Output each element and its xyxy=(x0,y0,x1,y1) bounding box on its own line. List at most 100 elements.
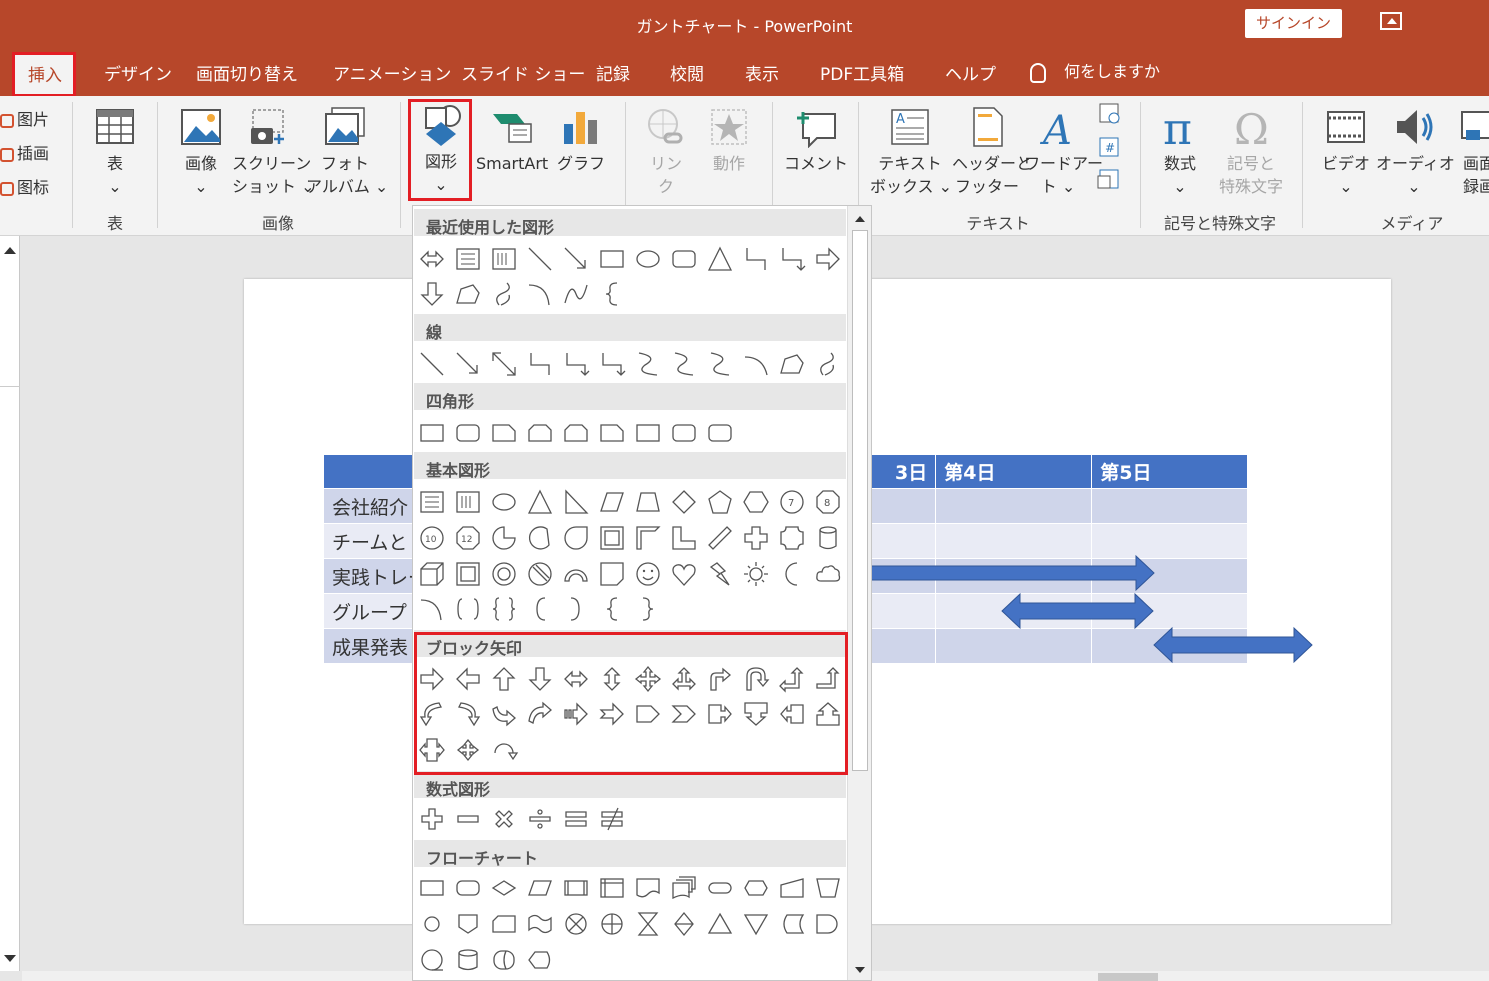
gallery-scrollbar[interactable] xyxy=(847,206,871,980)
shape-lrarr-icon[interactable] xyxy=(417,244,447,274)
shape-textbox-icon[interactable] xyxy=(417,487,447,517)
shape-cloud-icon[interactable] xyxy=(813,559,843,589)
shape-mplus-icon[interactable] xyxy=(417,804,447,834)
gallery-scroll-down-icon[interactable] xyxy=(852,962,868,978)
shape-fsort-icon[interactable] xyxy=(669,909,699,939)
scroll-down-icon[interactable] xyxy=(0,948,20,968)
shape-dbl-icon[interactable] xyxy=(489,349,519,379)
shape-arcq-icon[interactable] xyxy=(417,594,447,624)
shape-fmag-icon[interactable] xyxy=(453,945,483,975)
shape-free-icon[interactable] xyxy=(453,279,483,309)
shape-oval-icon[interactable] xyxy=(489,487,519,517)
shape-fsum-icon[interactable] xyxy=(561,909,591,939)
photo-album-button[interactable]: フォト アルバム ⌄ xyxy=(306,106,388,198)
shape-rrect-icon[interactable] xyxy=(453,418,483,448)
shape-darr-icon[interactable] xyxy=(417,279,447,309)
symbol-button[interactable]: Ω 記号と 特殊文字 xyxy=(1214,106,1288,198)
picture-small-button[interactable]: 图片 xyxy=(0,106,49,130)
shape-curve-icon[interactable] xyxy=(669,349,699,379)
shape-snip2-icon[interactable] xyxy=(525,418,555,448)
shape-pie-icon[interactable] xyxy=(489,523,519,553)
shape-lbrace-icon[interactable] xyxy=(597,594,627,624)
shape-plaque-icon[interactable] xyxy=(777,523,807,553)
shape-lshape-icon[interactable] xyxy=(669,523,699,553)
shape-smile-icon[interactable] xyxy=(633,559,663,589)
shape-lbrack-icon[interactable] xyxy=(525,594,555,624)
shape-rbrace-icon[interactable] xyxy=(633,594,663,624)
shape-elbowarr-icon[interactable] xyxy=(777,244,807,274)
shape-fstored-icon[interactable] xyxy=(777,909,807,939)
shape-blockarc-icon[interactable] xyxy=(561,559,591,589)
gallery-scroll-thumb[interactable] xyxy=(852,230,868,771)
shape-plus-icon[interactable] xyxy=(741,523,771,553)
shape-rrect-icon[interactable] xyxy=(705,418,735,448)
shape-donut-icon[interactable] xyxy=(489,559,519,589)
tab-review[interactable]: 校閲 xyxy=(670,60,704,85)
shape-arrowline-icon[interactable] xyxy=(561,244,591,274)
shape-pentarr-icon[interactable] xyxy=(633,699,663,729)
shape-fproc-icon[interactable] xyxy=(417,873,447,903)
shape-luarr-icon[interactable] xyxy=(669,664,699,694)
shape-bolt-icon[interactable] xyxy=(705,559,735,589)
shape-rarr-icon[interactable] xyxy=(417,664,447,694)
shape-fpre-icon[interactable] xyxy=(561,873,591,903)
shape-darr-icon[interactable] xyxy=(525,664,555,694)
shape-textbox-icon[interactable] xyxy=(453,244,483,274)
shape-circarr-icon[interactable] xyxy=(489,735,519,765)
table-button[interactable]: 表 ⌄ xyxy=(88,106,142,198)
shape-fterm-icon[interactable] xyxy=(705,873,735,903)
shape-fdirect-icon[interactable] xyxy=(489,945,519,975)
shape-trap-icon[interactable] xyxy=(633,487,663,517)
shape-dec-icon[interactable]: 10 xyxy=(417,523,447,553)
shape-nosym-icon[interactable] xyxy=(525,559,555,589)
shape-tri-icon[interactable] xyxy=(525,487,555,517)
horizontal-scroll-thumb[interactable] xyxy=(1098,973,1158,981)
shape-fdelay-icon[interactable] xyxy=(813,909,843,939)
shape-elbow-icon[interactable] xyxy=(525,349,555,379)
shape-rrect-icon[interactable] xyxy=(669,418,699,448)
shape-fold-icon[interactable] xyxy=(597,559,627,589)
shape-falt-icon[interactable] xyxy=(453,873,483,903)
tab-design[interactable]: デザイン xyxy=(104,60,172,85)
shape-frame-icon[interactable] xyxy=(597,523,627,553)
signin-button[interactable]: サインイン xyxy=(1245,9,1342,38)
tab-transitions[interactable]: 画面切り替え xyxy=(196,60,298,85)
shapes-button[interactable]: 図形 ⌄ xyxy=(412,104,470,196)
shape-lrcallout-icon[interactable] xyxy=(417,735,447,765)
shape-fdec-icon[interactable] xyxy=(489,873,519,903)
shape-lupbent-icon[interactable] xyxy=(777,664,807,694)
shape-ucurve-icon[interactable] xyxy=(489,699,519,729)
text-small-buttons[interactable]: # xyxy=(1096,102,1122,198)
tab-help[interactable]: ヘルプ xyxy=(945,60,996,85)
shape-chord-icon[interactable] xyxy=(525,523,555,553)
equation-button[interactable]: π 数式 ⌄ xyxy=(1150,106,1210,198)
shape-elbow-icon[interactable] xyxy=(741,244,771,274)
shape-rarr-icon[interactable] xyxy=(813,244,843,274)
textbox-button[interactable]: A テキスト ボックス ⌄ xyxy=(870,106,952,198)
shape-fcoll-icon[interactable] xyxy=(633,909,663,939)
shape-vtextbox-icon[interactable] xyxy=(489,244,519,274)
shape-rect-icon[interactable] xyxy=(417,418,447,448)
screenshot-button[interactable]: スクリーン ショット ⌄ xyxy=(232,106,315,198)
shape-notched-icon[interactable] xyxy=(597,699,627,729)
shape-bevel-icon[interactable] xyxy=(453,559,483,589)
shape-fmulti-icon[interactable] xyxy=(669,873,699,903)
header-footer-button[interactable]: ヘッダーと フッター xyxy=(952,106,1032,198)
video-button[interactable]: ビデオ ⌄ xyxy=(1318,106,1374,198)
shape-fmanop-icon[interactable] xyxy=(813,873,843,903)
shape-fconn-icon[interactable] xyxy=(417,909,447,939)
shape-mdiv-icon[interactable] xyxy=(525,804,555,834)
shape-uarr-icon[interactable] xyxy=(489,664,519,694)
shape-foffpage-icon[interactable] xyxy=(453,909,483,939)
shape-quadcallout-icon[interactable] xyxy=(453,735,483,765)
icons-small-button[interactable]: 图标 xyxy=(0,174,49,198)
shape-fdata-icon[interactable] xyxy=(525,873,555,903)
audio-button[interactable]: オーディオ ⌄ xyxy=(1376,106,1455,198)
shape-curve-icon[interactable] xyxy=(633,349,663,379)
shape-scrib-icon[interactable] xyxy=(489,279,519,309)
shape-finternal-icon[interactable] xyxy=(597,873,627,903)
shape-hex-icon[interactable] xyxy=(741,487,771,517)
shape-snip-icon[interactable] xyxy=(597,418,627,448)
action-button[interactable]: 動作 xyxy=(704,106,754,175)
gallery-scroll-up-icon[interactable] xyxy=(852,211,868,227)
